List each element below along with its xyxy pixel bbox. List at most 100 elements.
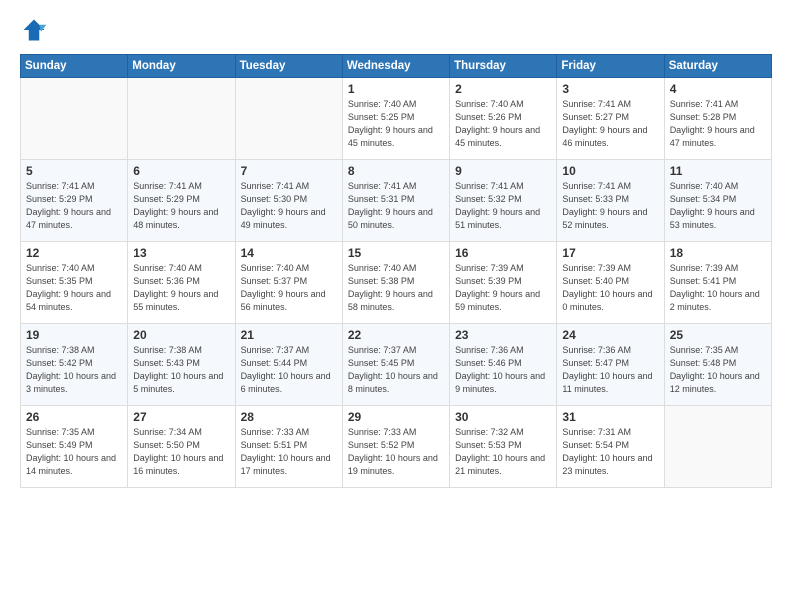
calendar-cell: 12Sunrise: 7:40 AM Sunset: 5:35 PM Dayli…	[21, 242, 128, 324]
day-number: 11	[670, 164, 766, 178]
day-info: Sunrise: 7:37 AM Sunset: 5:45 PM Dayligh…	[348, 344, 444, 396]
calendar-cell: 9 Sunrise: 7:41 AM Sunset: 5:32 PM Daylig…	[450, 160, 557, 242]
weekday-header-saturday: Saturday	[664, 55, 771, 78]
day-number: 21	[241, 328, 337, 342]
day-number: 17	[562, 246, 658, 260]
day-info: Sunrise: 7:41 AM Sunset: 5:29 PM Dayligh…	[26, 180, 122, 232]
day-number: 14	[241, 246, 337, 260]
day-info: Sunrise: 7:39 AM Sunset: 5:40 PM Dayligh…	[562, 262, 658, 314]
day-info: Sunrise: 7:31 AM Sunset: 5:54 PM Dayligh…	[562, 426, 658, 478]
day-info: Sunrise: 7:35 AM Sunset: 5:48 PM Dayligh…	[670, 344, 766, 396]
calendar-cell: 19Sunrise: 7:38 AM Sunset: 5:42 PM Dayli…	[21, 324, 128, 406]
day-info: Sunrise: 7:37 AM Sunset: 5:44 PM Dayligh…	[241, 344, 337, 396]
day-number: 20	[133, 328, 229, 342]
day-number: 28	[241, 410, 337, 424]
page: SundayMondayTuesdayWednesdayThursdayFrid…	[0, 0, 792, 612]
calendar-week-row-3: 19Sunrise: 7:38 AM Sunset: 5:42 PM Dayli…	[21, 324, 772, 406]
day-number: 19	[26, 328, 122, 342]
day-info: Sunrise: 7:40 AM Sunset: 5:38 PM Dayligh…	[348, 262, 444, 314]
day-number: 15	[348, 246, 444, 260]
weekday-header-wednesday: Wednesday	[342, 55, 449, 78]
day-number: 24	[562, 328, 658, 342]
day-number: 2	[455, 82, 551, 96]
calendar-cell: 16 Sunrise: 7:39 AM Sunset: 5:39 PM Dayli…	[450, 242, 557, 324]
calendar-week-row-4: 26Sunrise: 7:35 AM Sunset: 5:49 PM Dayli…	[21, 406, 772, 488]
calendar-cell: 2 Sunrise: 7:40 AM Sunset: 5:26 PM Daylig…	[450, 78, 557, 160]
calendar-cell: 27Sunrise: 7:34 AM Sunset: 5:50 PM Dayli…	[128, 406, 235, 488]
weekday-header-thursday: Thursday	[450, 55, 557, 78]
calendar-cell: 31 Sunrise: 7:31 AM Sunset: 5:54 PM Dayli…	[557, 406, 664, 488]
day-number: 4	[670, 82, 766, 96]
day-info: Sunrise: 7:40 AM Sunset: 5:25 PM Dayligh…	[348, 98, 444, 150]
day-number: 23	[455, 328, 551, 342]
day-number: 6	[133, 164, 229, 178]
day-info: Sunrise: 7:40 AM Sunset: 5:34 PM Dayligh…	[670, 180, 766, 232]
calendar-cell: 7Sunrise: 7:41 AM Sunset: 5:30 PM Daylig…	[235, 160, 342, 242]
calendar-cell: 17 Sunrise: 7:39 AM Sunset: 5:40 PM Dayli…	[557, 242, 664, 324]
day-number: 31	[562, 410, 658, 424]
calendar-cell: 23 Sunrise: 7:36 AM Sunset: 5:46 PM Dayli…	[450, 324, 557, 406]
day-info: Sunrise: 7:39 AM Sunset: 5:41 PM Dayligh…	[670, 262, 766, 314]
day-number: 16	[455, 246, 551, 260]
logo	[20, 16, 52, 44]
day-number: 25	[670, 328, 766, 342]
calendar-cell: 13 Sunrise: 7:40 AM Sunset: 5:36 PM Dayli…	[128, 242, 235, 324]
day-info: Sunrise: 7:33 AM Sunset: 5:52 PM Dayligh…	[348, 426, 444, 478]
calendar-week-row-2: 12Sunrise: 7:40 AM Sunset: 5:35 PM Dayli…	[21, 242, 772, 324]
calendar-cell: 18 Sunrise: 7:39 AM Sunset: 5:41 PM Dayli…	[664, 242, 771, 324]
day-number: 18	[670, 246, 766, 260]
calendar-cell	[21, 78, 128, 160]
day-number: 1	[348, 82, 444, 96]
day-info: Sunrise: 7:32 AM Sunset: 5:53 PM Dayligh…	[455, 426, 551, 478]
calendar-cell: 22 Sunrise: 7:37 AM Sunset: 5:45 PM Dayli…	[342, 324, 449, 406]
day-number: 8	[348, 164, 444, 178]
calendar-week-row-1: 5Sunrise: 7:41 AM Sunset: 5:29 PM Daylig…	[21, 160, 772, 242]
day-number: 13	[133, 246, 229, 260]
day-number: 22	[348, 328, 444, 342]
calendar-cell: 11 Sunrise: 7:40 AM Sunset: 5:34 PM Dayli…	[664, 160, 771, 242]
day-info: Sunrise: 7:41 AM Sunset: 5:32 PM Dayligh…	[455, 180, 551, 232]
calendar-cell	[664, 406, 771, 488]
calendar-cell: 25 Sunrise: 7:35 AM Sunset: 5:48 PM Dayli…	[664, 324, 771, 406]
calendar-cell: 10 Sunrise: 7:41 AM Sunset: 5:33 PM Dayli…	[557, 160, 664, 242]
day-info: Sunrise: 7:36 AM Sunset: 5:46 PM Dayligh…	[455, 344, 551, 396]
calendar-cell: 6 Sunrise: 7:41 AM Sunset: 5:29 PM Daylig…	[128, 160, 235, 242]
day-info: Sunrise: 7:41 AM Sunset: 5:30 PM Dayligh…	[241, 180, 337, 232]
calendar-week-row-0: 1 Sunrise: 7:40 AM Sunset: 5:25 PM Daylig…	[21, 78, 772, 160]
day-info: Sunrise: 7:41 AM Sunset: 5:33 PM Dayligh…	[562, 180, 658, 232]
calendar-cell: 8 Sunrise: 7:41 AM Sunset: 5:31 PM Daylig…	[342, 160, 449, 242]
day-number: 9	[455, 164, 551, 178]
calendar-cell: 20 Sunrise: 7:38 AM Sunset: 5:43 PM Dayli…	[128, 324, 235, 406]
weekday-header-row: SundayMondayTuesdayWednesdayThursdayFrid…	[21, 55, 772, 78]
day-number: 27	[133, 410, 229, 424]
day-info: Sunrise: 7:41 AM Sunset: 5:31 PM Dayligh…	[348, 180, 444, 232]
calendar-cell: 29 Sunrise: 7:33 AM Sunset: 5:52 PM Dayli…	[342, 406, 449, 488]
day-number: 3	[562, 82, 658, 96]
calendar-cell: 28 Sunrise: 7:33 AM Sunset: 5:51 PM Dayli…	[235, 406, 342, 488]
day-info: Sunrise: 7:40 AM Sunset: 5:26 PM Dayligh…	[455, 98, 551, 150]
day-number: 30	[455, 410, 551, 424]
calendar-cell: 26Sunrise: 7:35 AM Sunset: 5:49 PM Dayli…	[21, 406, 128, 488]
calendar-cell: 30 Sunrise: 7:32 AM Sunset: 5:53 PM Dayli…	[450, 406, 557, 488]
calendar-cell: 24 Sunrise: 7:36 AM Sunset: 5:47 PM Dayli…	[557, 324, 664, 406]
calendar-cell: 3Sunrise: 7:41 AM Sunset: 5:27 PM Daylig…	[557, 78, 664, 160]
day-info: Sunrise: 7:41 AM Sunset: 5:28 PM Dayligh…	[670, 98, 766, 150]
calendar-cell: 15 Sunrise: 7:40 AM Sunset: 5:38 PM Dayli…	[342, 242, 449, 324]
calendar-cell	[128, 78, 235, 160]
day-info: Sunrise: 7:41 AM Sunset: 5:29 PM Dayligh…	[133, 180, 229, 232]
calendar-table: SundayMondayTuesdayWednesdayThursdayFrid…	[20, 54, 772, 488]
day-info: Sunrise: 7:38 AM Sunset: 5:43 PM Dayligh…	[133, 344, 229, 396]
day-number: 29	[348, 410, 444, 424]
calendar-cell: 1 Sunrise: 7:40 AM Sunset: 5:25 PM Daylig…	[342, 78, 449, 160]
weekday-header-friday: Friday	[557, 55, 664, 78]
day-info: Sunrise: 7:33 AM Sunset: 5:51 PM Dayligh…	[241, 426, 337, 478]
day-info: Sunrise: 7:40 AM Sunset: 5:37 PM Dayligh…	[241, 262, 337, 314]
calendar-cell: 5Sunrise: 7:41 AM Sunset: 5:29 PM Daylig…	[21, 160, 128, 242]
weekday-header-monday: Monday	[128, 55, 235, 78]
day-info: Sunrise: 7:40 AM Sunset: 5:36 PM Dayligh…	[133, 262, 229, 314]
day-info: Sunrise: 7:39 AM Sunset: 5:39 PM Dayligh…	[455, 262, 551, 314]
day-number: 10	[562, 164, 658, 178]
calendar-cell	[235, 78, 342, 160]
day-number: 12	[26, 246, 122, 260]
day-info: Sunrise: 7:36 AM Sunset: 5:47 PM Dayligh…	[562, 344, 658, 396]
